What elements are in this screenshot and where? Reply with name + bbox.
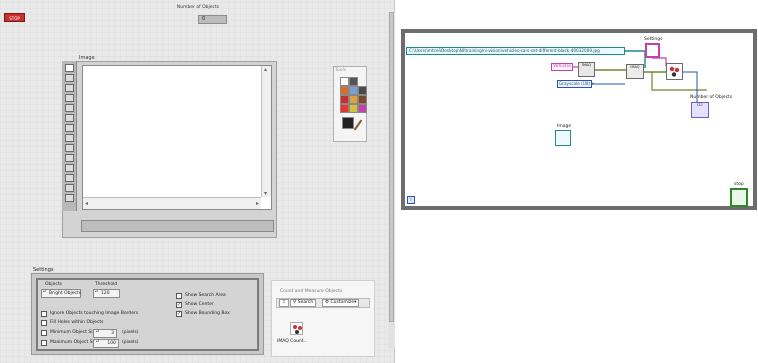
image-terminal-label: Image	[557, 124, 572, 129]
show-bounding-box-label: Show Bounding Box	[185, 311, 230, 316]
stop-terminal-label: stop	[734, 182, 744, 187]
up-arrow-icon: ⇧	[282, 300, 286, 305]
max-size-numeric[interactable]: 100	[93, 339, 119, 348]
show-search-area-label: Show Search Area	[185, 293, 226, 298]
polygon-tool-icon[interactable]	[65, 154, 74, 162]
search-label: Search	[297, 300, 314, 305]
coloring-tool-icon[interactable]	[342, 117, 354, 129]
show-center-checkbox[interactable]: ✓	[176, 302, 182, 308]
tools-palette-title: Tools	[335, 68, 347, 73]
palette-customize-button[interactable]: ⚙ Customize▾	[322, 299, 360, 307]
scroll-left-icon[interactable]: ◂	[85, 200, 88, 207]
wire-tool-icon[interactable]	[340, 95, 349, 104]
number-of-objects-terminal-label: Number of Objects	[690, 95, 733, 100]
min-size-checkbox[interactable]	[41, 330, 47, 336]
imaq-create-vi-icon[interactable]: IMAQ	[578, 62, 595, 77]
label-tool-icon[interactable]	[349, 86, 358, 95]
tools-palette	[333, 66, 367, 142]
palette-title: Count and Measure Objects	[280, 289, 343, 294]
front-panel-scrollbar[interactable]	[388, 12, 395, 348]
fill-holes-label: Fill Holes within Objects	[50, 320, 104, 325]
number-of-objects-indicator: 0	[198, 15, 227, 24]
show-bounding-box-checkbox[interactable]: ✓	[176, 311, 182, 317]
image-status-bar	[81, 220, 274, 232]
pan-tool-icon[interactable]	[65, 84, 74, 92]
image-terminal-icon[interactable]	[555, 130, 571, 146]
imaq-count-icon[interactable]	[290, 322, 303, 335]
breakpoint-tool-icon[interactable]	[340, 104, 349, 113]
point-tool-icon[interactable]	[65, 94, 74, 102]
min-size-label: Minimum Object Size	[50, 330, 98, 335]
scroll-right-icon[interactable]: ▸	[256, 200, 259, 207]
imaq-count-label: IMAQ Count...	[277, 339, 308, 344]
max-size-checkbox[interactable]	[41, 340, 47, 346]
position-tool-icon[interactable]	[340, 86, 349, 95]
number-of-objects-terminal[interactable]: I32	[691, 102, 709, 118]
scroll-down-icon[interactable]: ▾	[264, 190, 267, 197]
image-type-constant[interactable]: Grayscale (U8) ▾	[557, 80, 594, 88]
line-tool-icon[interactable]	[65, 104, 74, 112]
objects-ring[interactable]: Bright Objects	[41, 289, 81, 298]
show-center-label: Show Center	[185, 302, 214, 307]
probe-tool-icon[interactable]	[349, 104, 358, 113]
min-size-unit: (pixels)	[122, 330, 139, 335]
oval-tool-icon[interactable]	[65, 134, 74, 142]
pointer-tool-icon[interactable]	[65, 74, 74, 82]
color-copy-tool-icon[interactable]	[358, 104, 367, 113]
annulus-tool-icon[interactable]	[65, 144, 74, 152]
image-vertical-scrollbar[interactable]: ▴ ▾	[261, 66, 271, 197]
image-display[interactable]	[82, 65, 272, 210]
broken-line-tool-icon[interactable]	[65, 174, 74, 182]
fill-holes-checkbox[interactable]	[41, 320, 47, 326]
brush-icon	[353, 119, 363, 131]
imaq-read-file-vi-icon[interactable]: IMAQ	[626, 64, 644, 79]
file-path-constant[interactable]: C:\Users\mtcel\Desktop\NI\training\ni-vi…	[406, 47, 625, 55]
scroll-tool-icon[interactable]	[358, 95, 367, 104]
ignore-border-checkbox[interactable]	[41, 311, 47, 317]
operate-tool-icon[interactable]	[349, 77, 358, 86]
scroll-up-icon[interactable]: ▴	[264, 66, 267, 73]
palette-up-button[interactable]: ⇧	[279, 299, 289, 307]
stop-terminal-icon[interactable]	[730, 188, 748, 207]
min-size-numeric[interactable]: 3	[93, 329, 117, 338]
image-horizontal-scrollbar[interactable]: ◂ ▸	[83, 197, 261, 209]
number-of-objects-label: Number of Objects	[176, 5, 220, 10]
text-tool-icon[interactable]	[358, 86, 367, 95]
ignore-border-label: Ignore Objects touching Image Borders	[50, 311, 139, 316]
max-size-unit: (pixels)	[122, 340, 139, 345]
objects-label: Objects	[45, 282, 63, 287]
customize-label: Customize▾	[330, 300, 357, 305]
threshold-label: Threshold	[95, 282, 118, 287]
settings-terminal-label: Settings	[644, 37, 663, 42]
settings-terminal-icon[interactable]	[645, 43, 660, 58]
palette-search-button[interactable]: ⚲ Search	[290, 299, 317, 307]
shortcut-tool-icon[interactable]	[349, 95, 358, 104]
zoom-fit-tool-icon[interactable]	[65, 194, 74, 202]
show-search-area-checkbox[interactable]	[176, 293, 182, 299]
imaq-count-objects-vi-icon[interactable]	[666, 63, 683, 80]
freehand-line-tool-icon[interactable]	[65, 184, 74, 192]
image-tool-strip	[62, 61, 77, 211]
zoom-tool-icon[interactable]	[65, 64, 74, 72]
rectangle-tool-icon[interactable]	[65, 114, 74, 122]
auto-tool-icon[interactable]	[340, 77, 349, 86]
threshold-numeric[interactable]: 120	[93, 289, 120, 298]
rotated-rectangle-tool-icon[interactable]	[65, 124, 74, 132]
max-size-label: Maximum Object Size	[50, 340, 99, 345]
stop-button[interactable]: STOP	[4, 13, 25, 22]
image-name-constant[interactable]: Vehicles	[551, 63, 573, 71]
freehand-tool-icon[interactable]	[65, 164, 74, 172]
